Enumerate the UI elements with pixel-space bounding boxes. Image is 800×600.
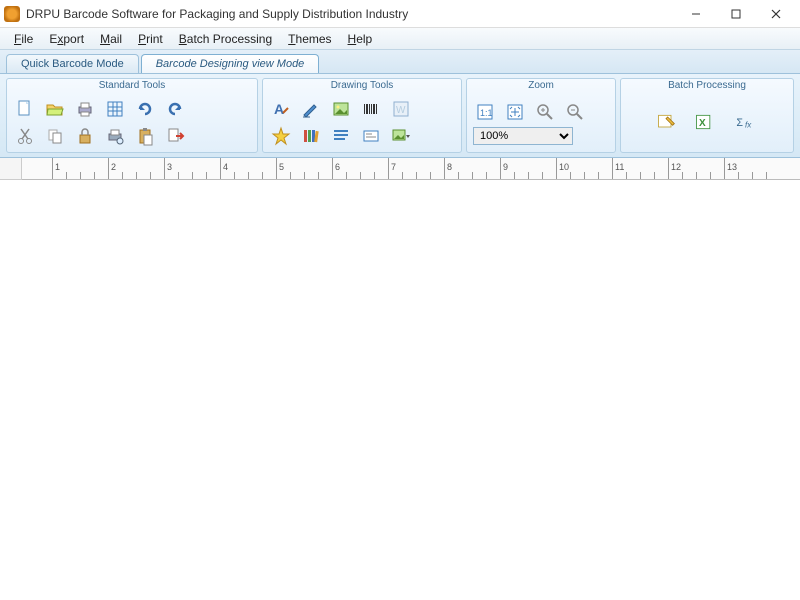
title-bar: DRPU Barcode Software for Packaging and … xyxy=(0,0,800,28)
batch-excel-icon[interactable]: X xyxy=(690,108,718,136)
menu-help[interactable]: Help xyxy=(340,30,381,48)
ruler-corner xyxy=(0,158,22,180)
cut-icon[interactable] xyxy=(13,124,37,148)
ribbon-group-standard: Standard Tools xyxy=(6,78,258,153)
paste-icon[interactable] xyxy=(133,124,157,148)
svg-text:X: X xyxy=(699,118,706,129)
minimize-button[interactable] xyxy=(676,1,716,27)
ribbon-group-title-standard: Standard Tools xyxy=(7,79,257,92)
menu-themes[interactable]: Themes xyxy=(280,30,339,48)
menu-print[interactable]: Print xyxy=(130,30,171,48)
zoom-actual-icon[interactable]: 1:1 xyxy=(473,100,497,124)
ruler-horizontal: 12345678910111213 xyxy=(22,158,800,180)
export-icon[interactable] xyxy=(163,124,187,148)
watermark-icon[interactable]: W xyxy=(389,97,413,121)
tab-designing-view[interactable]: Barcode Designing view Mode xyxy=(141,54,320,73)
menu-file[interactable]: File xyxy=(6,30,41,48)
menu-bar: File Export Mail Print Batch Processing … xyxy=(0,28,800,50)
image-tool-icon[interactable] xyxy=(329,97,353,121)
menu-mail[interactable]: Mail xyxy=(92,30,130,48)
grid-icon[interactable] xyxy=(103,97,127,121)
svg-text:Σ: Σ xyxy=(736,117,743,129)
star-shape-icon[interactable] xyxy=(269,124,293,148)
undo-icon[interactable] xyxy=(133,97,157,121)
mode-tabstrip: Quick Barcode Mode Barcode Designing vie… xyxy=(0,50,800,74)
zoom-fit-icon[interactable] xyxy=(503,100,527,124)
print-icon[interactable] xyxy=(73,97,97,121)
print-setup-icon[interactable] xyxy=(103,124,127,148)
batch-edit-icon[interactable] xyxy=(652,108,680,136)
menu-batch-processing[interactable]: Batch Processing xyxy=(171,30,280,48)
library-icon[interactable] xyxy=(299,124,323,148)
open-icon[interactable] xyxy=(43,97,67,121)
ribbon-group-zoom: Zoom 1:1 100% xyxy=(466,78,616,153)
ribbon-group-batch: Batch Processing X Σfx xyxy=(620,78,794,153)
workspace: 12345678910111213 123456789 XYZ PACKING … xyxy=(0,158,800,180)
ribbon: Standard Tools xyxy=(0,74,800,158)
window-title: DRPU Barcode Software for Packaging and … xyxy=(26,7,676,21)
redo-icon[interactable] xyxy=(163,97,187,121)
zoom-out-icon[interactable] xyxy=(563,100,587,124)
zoom-in-icon[interactable] xyxy=(533,100,557,124)
tab-quick-barcode[interactable]: Quick Barcode Mode xyxy=(6,54,139,73)
svg-text:W: W xyxy=(396,105,406,116)
ribbon-group-title-batch: Batch Processing xyxy=(621,79,793,92)
batch-formula-icon[interactable]: Σfx xyxy=(728,108,762,136)
text-tool-icon[interactable]: A xyxy=(269,97,293,121)
zoom-level-select[interactable]: 100% xyxy=(473,127,573,145)
copy-icon[interactable] xyxy=(43,124,67,148)
textlines-icon[interactable] xyxy=(329,124,353,148)
app-icon xyxy=(4,6,20,22)
svg-text:fx: fx xyxy=(745,120,752,129)
new-icon[interactable] xyxy=(13,97,37,121)
svg-text:1:1: 1:1 xyxy=(480,108,493,118)
close-button[interactable] xyxy=(756,1,796,27)
picture-dropdown-icon[interactable] xyxy=(389,124,413,148)
barcode-tool-icon[interactable] xyxy=(359,97,383,121)
card-icon[interactable] xyxy=(359,124,383,148)
pencil-tool-icon[interactable] xyxy=(299,97,323,121)
lock-icon[interactable] xyxy=(73,124,97,148)
svg-text:A: A xyxy=(274,101,284,117)
ribbon-group-title-zoom: Zoom xyxy=(467,79,615,92)
ribbon-group-title-drawing: Drawing Tools xyxy=(263,79,461,92)
maximize-button[interactable] xyxy=(716,1,756,27)
menu-export[interactable]: Export xyxy=(41,30,92,48)
ribbon-group-drawing: Drawing Tools A W xyxy=(262,78,462,153)
